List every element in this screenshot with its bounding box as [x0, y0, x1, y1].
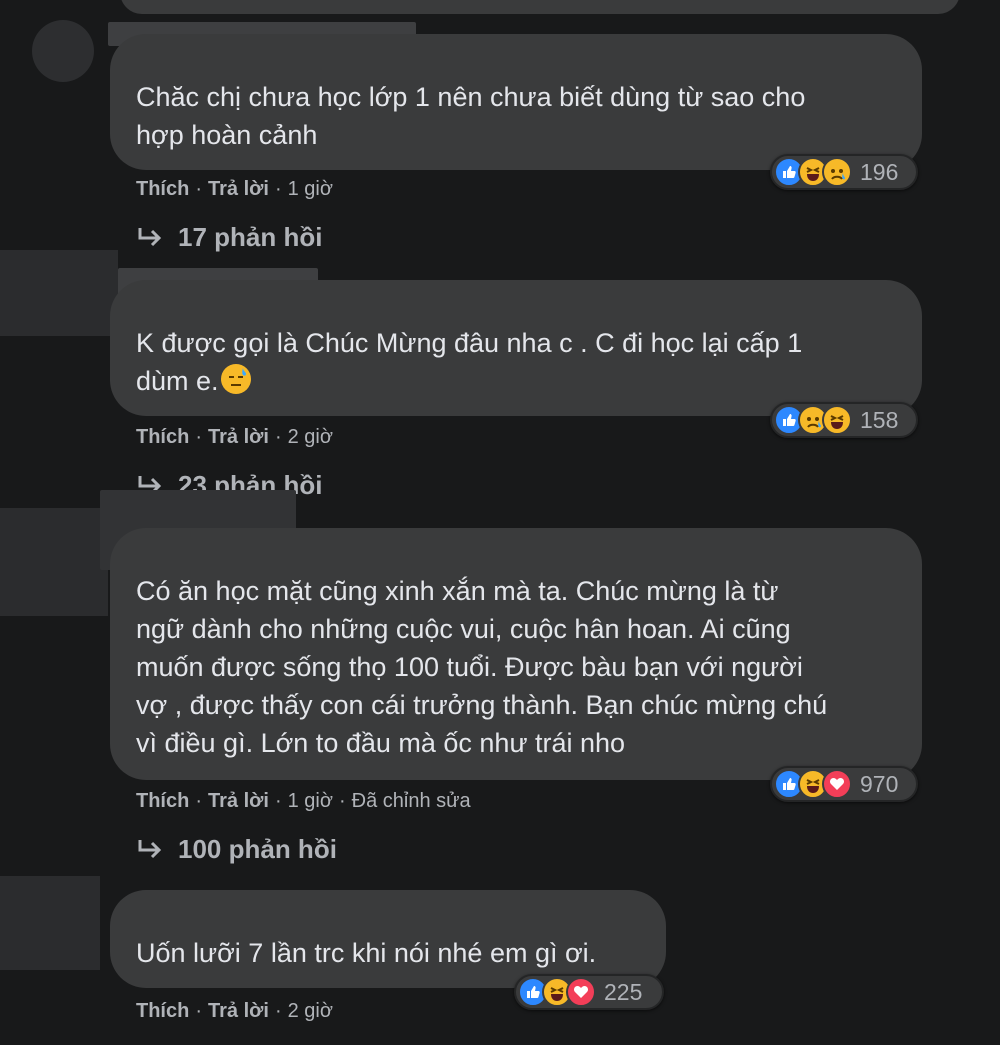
- avatar[interactable]: [0, 250, 118, 336]
- haha-icon: [822, 405, 852, 435]
- comment-text: Có ăn học mặt cũng xinh xắn mà ta. Chúc …: [136, 576, 828, 758]
- comment-time[interactable]: 1 giờ: [288, 790, 333, 813]
- comment-actions: Thích · Trả lời · 2 giờ: [136, 426, 333, 449]
- comment-text: Chăc chị chưa học lớp 1 nên chưa biết dù…: [136, 82, 806, 150]
- reaction-summary[interactable]: 196: [770, 154, 918, 190]
- avatar[interactable]: [0, 508, 108, 616]
- reaction-count: 158: [860, 406, 899, 433]
- reaction-summary[interactable]: 225: [514, 974, 664, 1010]
- view-replies-button[interactable]: 17 phản hồi: [136, 222, 322, 253]
- comment-time[interactable]: 2 giờ: [288, 1000, 333, 1023]
- reaction-count: 196: [860, 158, 899, 185]
- reaction-summary[interactable]: 158: [770, 402, 918, 438]
- love-icon: [822, 769, 852, 799]
- love-icon: [566, 977, 596, 1007]
- replies-count-label: 100 phản hồi: [178, 834, 337, 864]
- avatar[interactable]: [0, 876, 100, 970]
- avatar[interactable]: [32, 20, 94, 82]
- comment-text: K được gọi là Chúc Mừng đâu nha c . C đi…: [136, 328, 803, 396]
- sad-icon: [822, 157, 852, 187]
- comment-actions: Thích · Trả lời · 2 giờ: [136, 1000, 333, 1023]
- reply-arrow-icon: [138, 839, 162, 858]
- comment-bubble: Chăc chị chưa học lớp 1 nên chưa biết dù…: [110, 34, 922, 170]
- comment-bubble: K được gọi là Chúc Mừng đâu nha c . C đi…: [110, 280, 922, 416]
- comment-time[interactable]: 2 giờ: [288, 426, 333, 449]
- comment-bubble: Có ăn học mặt cũng xinh xắn mà ta. Chúc …: [110, 528, 922, 780]
- comment-text: Uốn lưỡi 7 lần trc khi nói nhé em gì ơi.: [136, 938, 597, 968]
- comment-time[interactable]: 1 giờ: [288, 178, 333, 201]
- comment-actions: Thích · Trả lời · 1 giờ · Đã chỉnh sửa: [136, 790, 471, 813]
- edited-label: Đã chỉnh sửa: [351, 790, 471, 812]
- reply-arrow-icon: [138, 227, 162, 246]
- like-button[interactable]: Thích: [136, 790, 189, 813]
- view-replies-button[interactable]: 100 phản hồi: [136, 834, 337, 865]
- like-button[interactable]: Thích: [136, 178, 189, 201]
- reaction-count: 970: [860, 770, 899, 797]
- sweat-emoji-icon: [220, 364, 251, 394]
- like-button[interactable]: Thích: [136, 1000, 189, 1023]
- reply-button[interactable]: Trả lời: [208, 790, 269, 813]
- reaction-summary[interactable]: 970: [770, 766, 918, 802]
- reply-button[interactable]: Trả lời: [208, 1000, 269, 1023]
- reply-button[interactable]: Trả lời: [208, 178, 269, 201]
- like-button[interactable]: Thích: [136, 426, 189, 449]
- comment-actions: Thích · Trả lời · 1 giờ: [136, 178, 333, 201]
- reply-button[interactable]: Trả lời: [208, 426, 269, 449]
- replies-count-label: 17 phản hồi: [178, 222, 323, 252]
- reaction-count: 225: [604, 978, 643, 1005]
- previous-comment-bubble: [120, 0, 960, 14]
